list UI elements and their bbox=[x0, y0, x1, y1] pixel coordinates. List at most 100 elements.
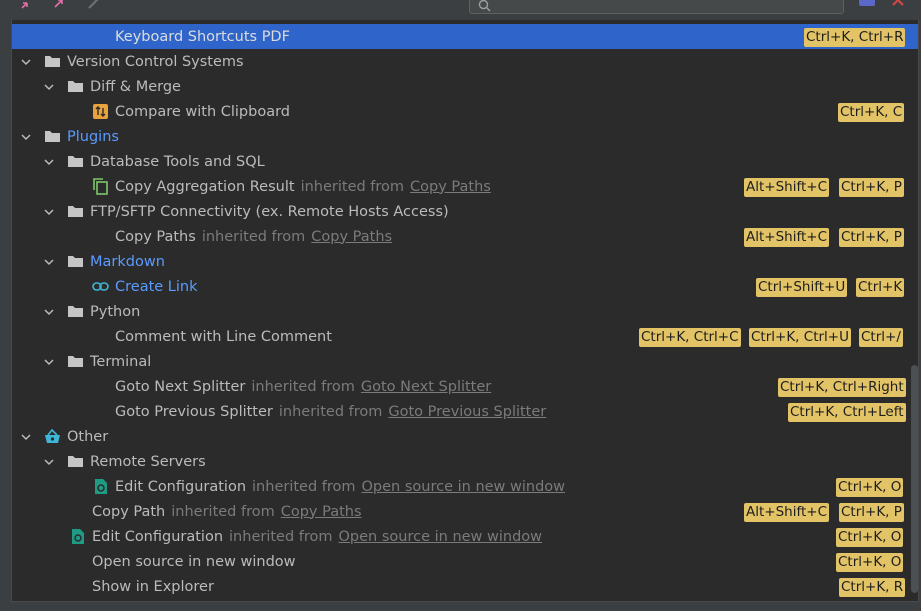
shortcut-badge: Ctrl+K, O bbox=[836, 528, 904, 547]
chevron-down-icon[interactable] bbox=[43, 81, 55, 93]
shortcut-badge: Ctrl+Shift+U bbox=[756, 278, 848, 297]
tree-row-other[interactable]: Other bbox=[12, 424, 918, 449]
chevron-down-icon[interactable] bbox=[20, 56, 32, 68]
tree-row-open-source[interactable]: Open source in new window Ctrl+K, O bbox=[12, 549, 918, 574]
folder-icon bbox=[68, 306, 83, 317]
tree-row-version-control-systems[interactable]: Version Control Systems bbox=[12, 49, 918, 74]
toolbar bbox=[0, 0, 921, 20]
tree-row-plugins[interactable]: Plugins bbox=[12, 124, 918, 149]
keymap-tree[interactable]: Keyboard Shortcuts PDF Ctrl+K, Ctrl+R Ve… bbox=[11, 20, 919, 602]
group-label: Terminal bbox=[90, 353, 152, 370]
vertical-scrollbar[interactable] bbox=[911, 365, 918, 593]
tree-row-database-tools[interactable]: Database Tools and SQL bbox=[12, 149, 918, 174]
group-label: Remote Servers bbox=[90, 453, 206, 470]
tree-row-edit-configuration[interactable]: Edit Configuration inherited from Open s… bbox=[12, 524, 918, 549]
inherited-label: inherited from bbox=[171, 503, 275, 520]
chevron-down-icon[interactable] bbox=[43, 456, 55, 468]
inherited-label: inherited from bbox=[252, 478, 356, 495]
tree-row-ftp-sftp[interactable]: FTP/SFTP Connectivity (ex. Remote Hosts … bbox=[12, 199, 918, 224]
group-label: Database Tools and SQL bbox=[90, 153, 265, 170]
action-label: Comment with Line Comment bbox=[115, 328, 332, 345]
action-label: Goto Next Splitter bbox=[115, 378, 246, 395]
group-label: Markdown bbox=[90, 253, 165, 270]
search-icon bbox=[478, 0, 491, 12]
inherited-link[interactable]: Open source in new window bbox=[339, 529, 543, 545]
group-label: Python bbox=[90, 303, 141, 320]
folder-icon bbox=[68, 206, 83, 217]
tree-row-compare-with-clipboard[interactable]: Compare with Clipboard Ctrl+K, C bbox=[12, 99, 918, 124]
collapse-all-icon[interactable] bbox=[18, 0, 36, 12]
tree-row-copy-aggregation-result[interactable]: Copy Aggregation Result inherited from C… bbox=[12, 174, 918, 199]
shortcut-badge: Ctrl+K, P bbox=[839, 228, 904, 247]
edit-icon[interactable] bbox=[86, 0, 104, 12]
tree-row-markdown[interactable]: Markdown bbox=[12, 249, 918, 274]
tree-row-terminal[interactable]: Terminal bbox=[12, 349, 918, 374]
action-label: Copy Aggregation Result bbox=[115, 178, 295, 195]
tree-row-goto-next-splitter[interactable]: Goto Next Splitter inherited from Goto N… bbox=[12, 374, 918, 399]
inherited-link[interactable]: Open source in new window bbox=[362, 479, 566, 495]
shortcut-badge: Alt+Shift+C bbox=[744, 178, 830, 197]
folder-icon bbox=[68, 156, 83, 167]
tree-row-remote-servers[interactable]: Remote Servers bbox=[12, 449, 918, 474]
chevron-down-icon[interactable] bbox=[43, 206, 55, 218]
inherited-link[interactable]: Goto Previous Splitter bbox=[388, 404, 546, 420]
tree-row-copy-paths[interactable]: Copy Paths inherited from Copy Paths Alt… bbox=[12, 224, 918, 249]
chevron-down-icon[interactable] bbox=[43, 356, 55, 368]
expand-all-icon[interactable] bbox=[50, 0, 68, 12]
action-label: Compare with Clipboard bbox=[115, 103, 291, 120]
shortcut-badge: Ctrl+K bbox=[856, 278, 905, 297]
action-label: Copy Path bbox=[92, 503, 166, 520]
action-label: Copy Paths bbox=[115, 228, 196, 245]
folder-icon bbox=[68, 356, 83, 367]
shortcut-badge: Ctrl+K, Ctrl+U bbox=[749, 328, 851, 347]
shortcut-badge: Ctrl+K, O bbox=[836, 553, 904, 572]
tree-row-create-link[interactable]: Create Link Ctrl+Shift+U Ctrl+K bbox=[12, 274, 918, 299]
config-file-icon bbox=[95, 479, 107, 494]
chevron-down-icon[interactable] bbox=[43, 256, 55, 268]
tree-row-comment-line[interactable]: Comment with Line Comment Ctrl+K, Ctrl+C… bbox=[12, 324, 918, 349]
action-label: Edit Configuration bbox=[92, 528, 224, 545]
action-label: Goto Previous Splitter bbox=[115, 403, 273, 420]
tree-row-edit-configuration[interactable]: Edit Configuration inherited from Open s… bbox=[12, 474, 918, 499]
shortcut-badge: Ctrl+K, C bbox=[838, 103, 905, 122]
filter-by-shortcut-icon[interactable] bbox=[858, 0, 876, 8]
tree-row-keyboard-shortcuts-pdf[interactable]: Keyboard Shortcuts PDF Ctrl+K, Ctrl+R bbox=[12, 24, 918, 49]
action-label: Keyboard Shortcuts PDF bbox=[115, 28, 290, 45]
inherited-label: inherited from bbox=[229, 528, 333, 545]
tree-row-show-in-explorer[interactable]: Show in Explorer Ctrl+K, R bbox=[12, 574, 918, 599]
folder-icon bbox=[45, 56, 60, 67]
shortcut-badge: Ctrl+K, Ctrl+R bbox=[804, 28, 906, 47]
action-label: Create Link bbox=[115, 278, 198, 295]
tree-row-goto-previous-splitter[interactable]: Goto Previous Splitter inherited from Go… bbox=[12, 399, 918, 424]
shortcut-badge: Ctrl+K, Ctrl+C bbox=[639, 328, 741, 347]
folder-icon bbox=[68, 256, 83, 267]
shortcut-badge: Ctrl+K, P bbox=[839, 503, 904, 522]
search-input[interactable] bbox=[469, 0, 844, 14]
chevron-down-icon[interactable] bbox=[43, 306, 55, 318]
folder-icon bbox=[68, 456, 83, 467]
clear-filter-icon[interactable] bbox=[891, 0, 909, 8]
tree-row-python[interactable]: Python bbox=[12, 299, 918, 324]
inherited-label: inherited from bbox=[300, 178, 405, 195]
shortcut-badge: Ctrl+K, R bbox=[839, 578, 906, 597]
chevron-down-icon[interactable] bbox=[20, 431, 32, 443]
link-icon bbox=[92, 282, 109, 291]
inherited-label: inherited from bbox=[201, 228, 306, 245]
inherited-link[interactable]: Copy Paths bbox=[311, 229, 392, 245]
tree-row-copy-path[interactable]: Copy Path inherited from Copy Paths Alt+… bbox=[12, 499, 918, 524]
folder-icon bbox=[68, 81, 83, 92]
shortcut-badge: Ctrl+/ bbox=[859, 328, 903, 347]
tree-row-diff-merge[interactable]: Diff & Merge bbox=[12, 74, 918, 99]
action-label: Show in Explorer bbox=[92, 578, 214, 595]
inherited-link[interactable]: Goto Next Splitter bbox=[361, 379, 491, 395]
inherited-link[interactable]: Copy Paths bbox=[281, 504, 362, 520]
group-label: Diff & Merge bbox=[90, 78, 181, 95]
chevron-down-icon[interactable] bbox=[43, 156, 55, 168]
action-label: Open source in new window bbox=[92, 553, 296, 570]
group-label: FTP/SFTP Connectivity (ex. Remote Hosts … bbox=[90, 203, 449, 220]
shortcut-badge: Alt+Shift+C bbox=[744, 228, 830, 247]
shortcut-badge: Ctrl+K, O bbox=[836, 478, 904, 497]
shortcut-badge: Ctrl+K, P bbox=[839, 178, 904, 197]
inherited-link[interactable]: Copy Paths bbox=[410, 179, 491, 195]
chevron-down-icon[interactable] bbox=[20, 131, 32, 143]
